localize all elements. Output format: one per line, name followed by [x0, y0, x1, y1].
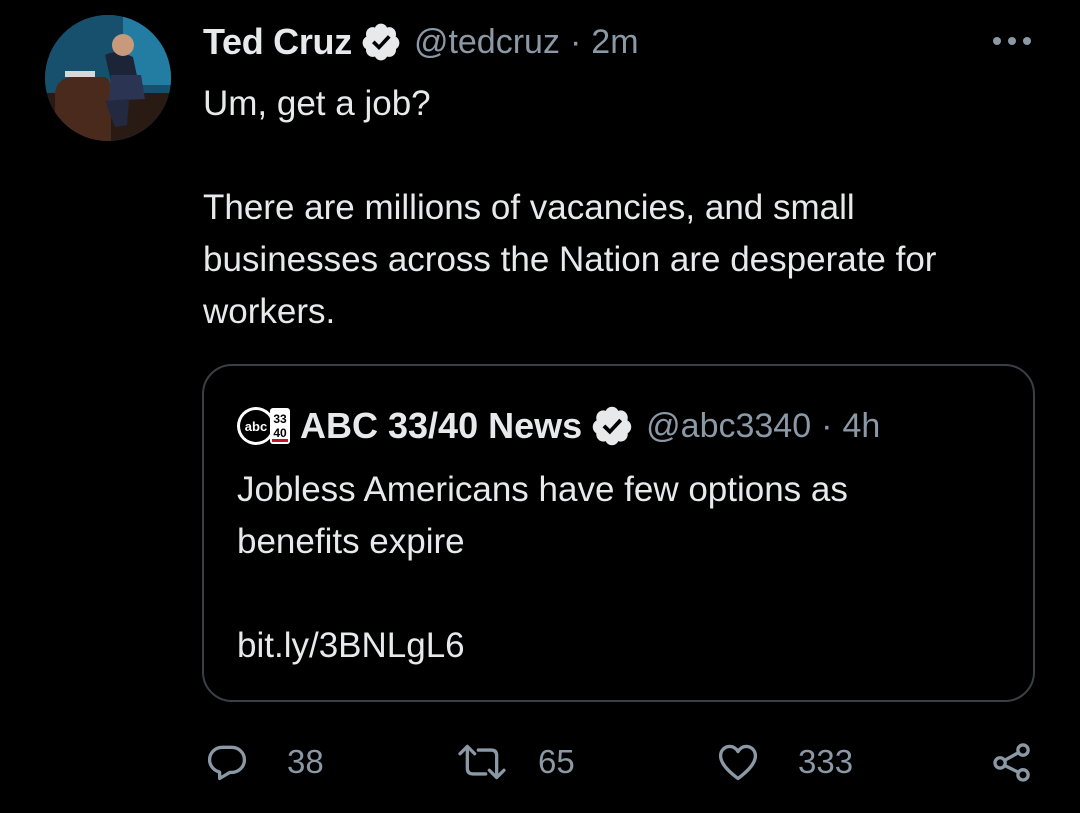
- svg-text:33: 33: [273, 412, 287, 426]
- share-button[interactable]: [990, 730, 1034, 794]
- more-options-icon[interactable]: [990, 26, 1034, 56]
- reply-count: 38: [287, 743, 324, 780]
- tweet-action-bar: 38 65 333: [0, 730, 1080, 794]
- tweet-text: Um, get a job? There are millions of vac…: [203, 84, 937, 331]
- abc-3340-logo: abc 33 40: [237, 407, 290, 445]
- author-avatar[interactable]: [45, 15, 171, 141]
- retweet-button[interactable]: 65: [456, 730, 575, 794]
- tweet-header: Ted Cruz @tedcruz · 2m: [203, 20, 639, 64]
- quoted-tweet-card[interactable]: abc 33 40 ABC 33/40 News @abc3340 · 4h J…: [202, 364, 1035, 702]
- reply-icon: [207, 745, 247, 781]
- like-count: 333: [798, 743, 854, 780]
- quoted-author-handle[interactable]: @abc3340: [646, 407, 811, 446]
- separator-dot: ·: [569, 22, 582, 61]
- quoted-tweet-text: Jobless Americans have few options as be…: [237, 470, 848, 665]
- separator-dot: ·: [821, 406, 833, 445]
- profile-photo-icon: [45, 15, 171, 141]
- reply-button[interactable]: 38: [205, 730, 324, 794]
- heart-icon: [718, 744, 758, 781]
- like-button[interactable]: 333: [716, 730, 853, 794]
- share-icon: [993, 743, 1030, 782]
- verified-badge-icon: [362, 23, 400, 61]
- quoted-author-name[interactable]: ABC 33/40 News: [300, 405, 582, 447]
- svg-text:abc: abc: [245, 419, 267, 434]
- tweet-timestamp[interactable]: 2m: [591, 23, 638, 62]
- author-name[interactable]: Ted Cruz: [203, 21, 352, 63]
- retweet-icon: [458, 744, 506, 780]
- author-handle[interactable]: @tedcruz: [414, 23, 560, 62]
- svg-text:40: 40: [273, 426, 287, 440]
- quoted-tweet-header: abc 33 40 ABC 33/40 News @abc3340 · 4h: [236, 404, 880, 448]
- retweet-count: 65: [538, 743, 575, 780]
- verified-badge-icon: [592, 406, 632, 446]
- quoted-tweet-timestamp[interactable]: 4h: [842, 407, 880, 446]
